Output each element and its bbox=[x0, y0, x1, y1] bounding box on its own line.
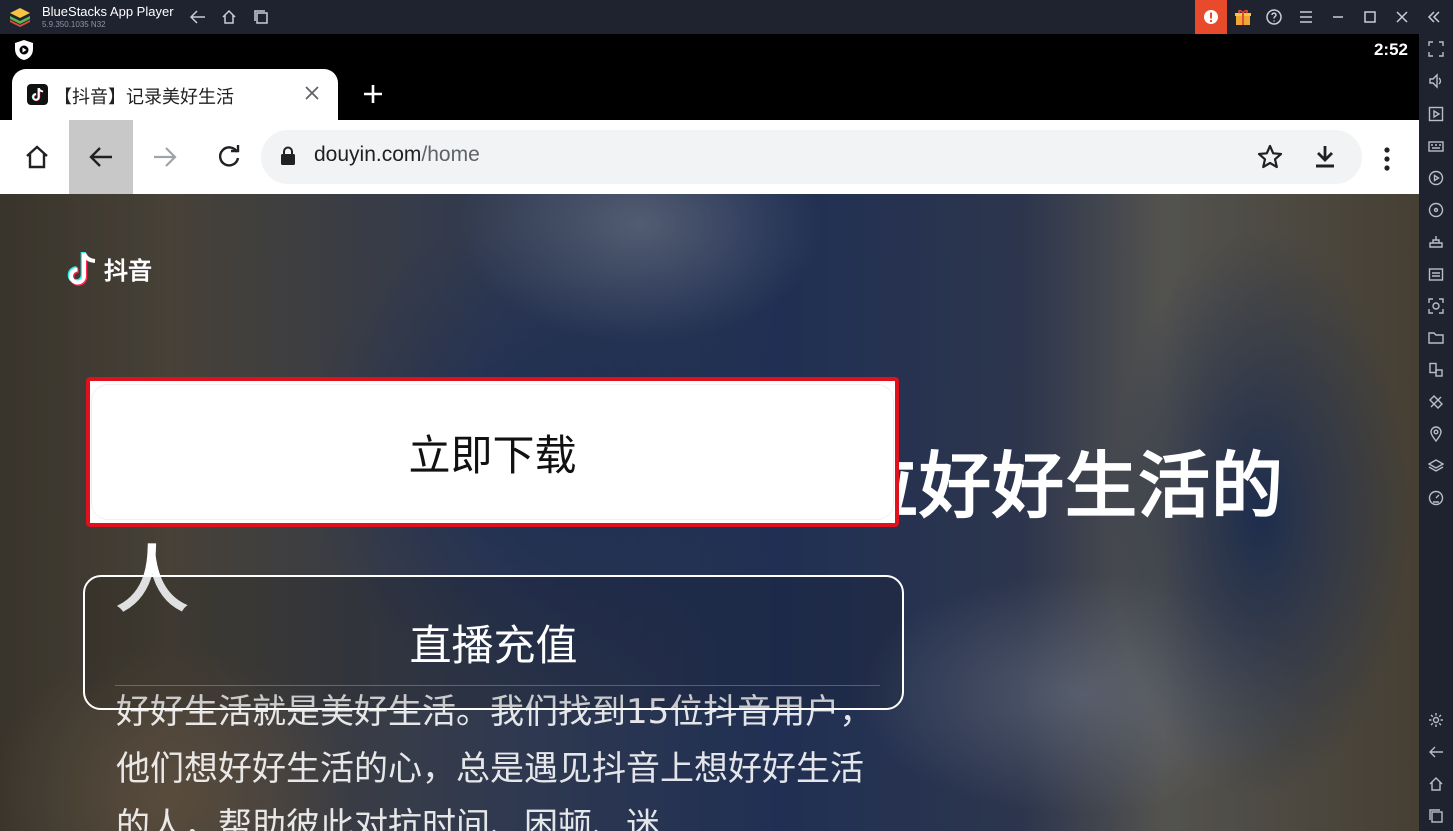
minimize-icon[interactable] bbox=[1328, 7, 1348, 27]
url-path: /home bbox=[421, 143, 480, 166]
menu-icon[interactable] bbox=[1296, 7, 1316, 27]
arrow-forward-icon bbox=[154, 147, 177, 167]
home-button[interactable] bbox=[5, 120, 69, 194]
back-icon[interactable] bbox=[188, 7, 208, 27]
url-host: douyin.com bbox=[314, 143, 422, 166]
address-bar[interactable]: douyin.com/home bbox=[261, 130, 1362, 184]
macro-record-icon[interactable] bbox=[1426, 168, 1446, 188]
brand-name: 抖音 bbox=[104, 256, 152, 285]
live-recharge-label: 直播充值 bbox=[409, 621, 578, 670]
recent-apps-icon[interactable] bbox=[251, 7, 271, 27]
more-options-icon[interactable] bbox=[1374, 144, 1400, 174]
tab-title: 【抖音】记录美好生活 bbox=[54, 87, 234, 108]
url-text[interactable]: douyin.com/home bbox=[314, 143, 480, 167]
android-recents-icon[interactable] bbox=[1426, 806, 1446, 826]
bookmark-star-icon[interactable] bbox=[1256, 143, 1284, 175]
multi-instance-icon[interactable] bbox=[1426, 360, 1446, 380]
app-version: 5.9.350.1035 N32 bbox=[42, 20, 106, 29]
collapse-sidebar-icon[interactable] bbox=[1424, 7, 1444, 27]
volume-icon[interactable] bbox=[1426, 71, 1446, 91]
fullscreen-icon[interactable] bbox=[1426, 39, 1446, 59]
maximize-icon[interactable] bbox=[1360, 7, 1380, 27]
browser-toolbar: douyin.com/home bbox=[0, 120, 1419, 194]
douyin-favicon-icon bbox=[27, 84, 48, 105]
reload-button[interactable] bbox=[197, 120, 261, 194]
browser-tabstrip: 【抖音】记录美好生活 bbox=[0, 68, 1419, 120]
home-icon[interactable] bbox=[219, 7, 239, 27]
eco-mode-icon[interactable] bbox=[1426, 392, 1446, 412]
download-now-label: 立即下载 bbox=[408, 430, 577, 480]
bluestacks-logo-icon bbox=[9, 7, 31, 27]
lock-icon bbox=[279, 146, 297, 170]
android-back-icon[interactable] bbox=[1426, 742, 1446, 762]
status-clock: 2:52 bbox=[1373, 40, 1408, 59]
divider bbox=[115, 685, 880, 686]
reload-icon bbox=[218, 145, 240, 167]
download-now-button[interactable]: 立即下载 bbox=[86, 377, 899, 527]
live-recharge-button[interactable]: 直播充值 bbox=[83, 575, 904, 710]
app-title: BlueStacks App Player bbox=[42, 4, 174, 19]
help-icon[interactable] bbox=[1264, 7, 1284, 27]
douyin-logo-icon bbox=[67, 252, 96, 286]
keyboard-icon[interactable] bbox=[1426, 136, 1446, 156]
performance-icon[interactable] bbox=[1426, 488, 1446, 508]
android-screen: 2:52 【抖音】记录美好生活 douyin.com/home 抖音 每一位好好… bbox=[0, 34, 1419, 831]
douyin-logo[interactable]: 抖音 bbox=[64, 249, 152, 287]
play-protect-shield-icon bbox=[14, 39, 34, 61]
download-icon[interactable] bbox=[1311, 143, 1339, 175]
screenshot-icon[interactable] bbox=[1426, 296, 1446, 316]
folder-icon[interactable] bbox=[1426, 328, 1446, 348]
location-icon[interactable] bbox=[1426, 424, 1446, 444]
home-outline-icon bbox=[26, 145, 48, 169]
bluestacks-titlebar: BlueStacks App Player 5.9.350.1035 N32 bbox=[0, 0, 1453, 34]
android-home-icon[interactable] bbox=[1426, 774, 1446, 794]
browser-tab-active[interactable]: 【抖音】记录美好生活 bbox=[12, 69, 338, 120]
new-tab-plus-icon[interactable] bbox=[360, 81, 386, 107]
arrow-back-icon bbox=[89, 147, 112, 167]
web-page-content: 抖音 抖音生活害就，致每一位好好生活的人 好好生活就是美好生活。我们找到15位抖… bbox=[0, 194, 1419, 831]
close-window-icon[interactable] bbox=[1392, 7, 1412, 27]
rotate-icon[interactable] bbox=[1426, 200, 1446, 220]
settings-icon[interactable] bbox=[1426, 710, 1446, 730]
layers-icon[interactable] bbox=[1426, 456, 1446, 476]
notification-alert-icon[interactable] bbox=[1195, 0, 1227, 34]
play-store-icon[interactable] bbox=[1426, 104, 1446, 124]
bluestacks-sidebar bbox=[1419, 34, 1453, 831]
forward-button[interactable] bbox=[133, 120, 197, 194]
tab-close-icon[interactable] bbox=[300, 81, 324, 105]
gift-icon[interactable] bbox=[1233, 7, 1253, 27]
game-controls-icon[interactable] bbox=[1426, 232, 1446, 252]
fps-icon[interactable] bbox=[1426, 264, 1446, 284]
back-button[interactable] bbox=[69, 120, 133, 194]
android-statusbar: 2:52 bbox=[0, 34, 1419, 68]
